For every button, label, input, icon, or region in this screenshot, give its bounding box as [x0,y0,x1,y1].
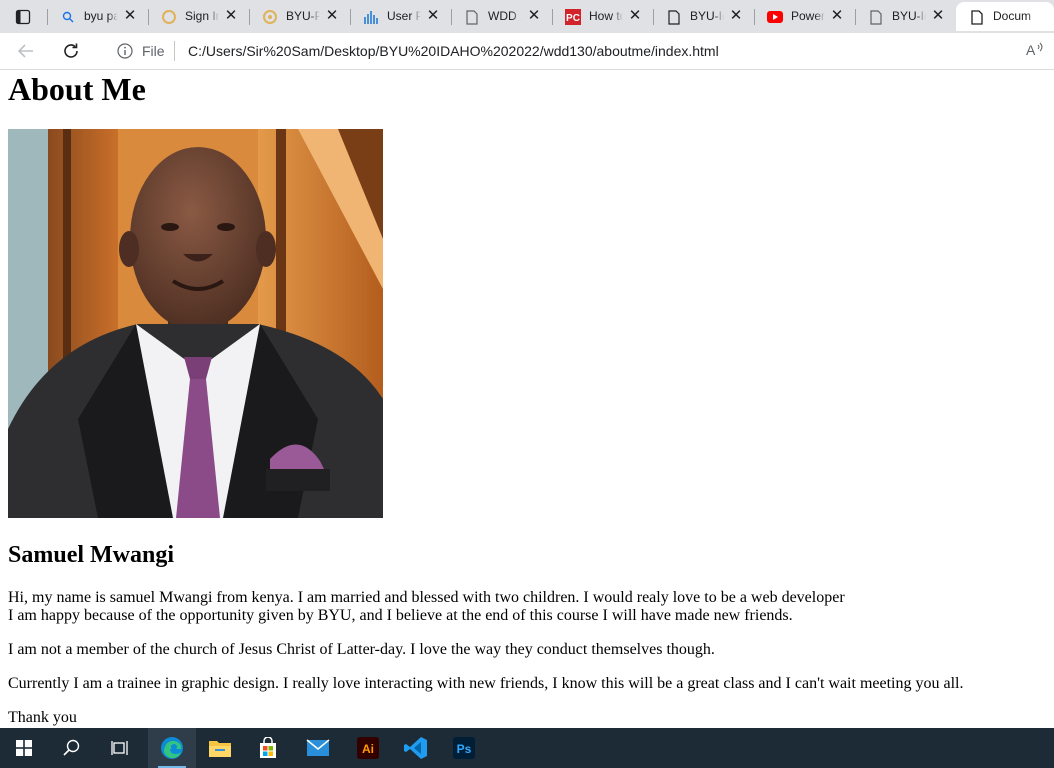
task-view-button[interactable] [96,728,144,768]
page-icon [868,9,884,25]
tab-title: BYU-Id [892,9,926,23]
info-icon[interactable] [117,43,133,59]
tab-title: How to [589,9,623,23]
tab-separator [47,9,48,25]
taskbar-search-button[interactable] [48,728,96,768]
browser-toolbar: File C:/Users/Sir%20Sam/Desktop/BYU%20ID… [0,33,1054,70]
photoshop-button[interactable]: Ps [440,728,488,768]
file-explorer-icon [209,741,231,757]
page-icon [969,9,985,25]
task-view-icon [111,741,128,755]
edge-icon [161,737,183,759]
tab-close-icon[interactable]: ✕ [728,8,744,24]
svg-text:A: A [1026,42,1036,58]
mail-button[interactable] [294,728,342,768]
windows-start-icon [16,740,32,756]
tab-separator [249,9,250,25]
page-heading: About Me [8,71,146,107]
tab-separator [552,9,553,25]
tab-actions-icon [15,9,31,24]
intro-line-1: Hi, my name is samuel Mwangi from kenya.… [8,589,845,606]
tab-close-icon[interactable]: ✕ [324,8,340,24]
tab-title: Docum [993,9,1032,23]
tab-document-active[interactable]: Docum [956,2,1054,31]
photoshop-label: Ps [457,742,472,756]
tab-title: Sign In [185,9,219,23]
tab-title: byu pa [84,9,118,23]
current-paragraph: Currently I am a trainee in graphic desi… [8,675,964,692]
address-bar[interactable]: File C:/Users/Sir%20Sam/Desktop/BYU%20ID… [102,37,1054,65]
search-icon [63,739,80,756]
tab-title: BYU-Pa [286,9,320,23]
svg-text:PC: PC [566,13,580,24]
tab-separator [148,9,149,25]
tab-separator [855,9,856,25]
tab-close-icon[interactable]: ✕ [526,8,542,24]
tab-close-icon[interactable]: ✕ [829,8,845,24]
page-icon [464,9,480,25]
tab-user-profile[interactable]: User P ✕ [350,2,451,31]
store-icon [260,737,276,758]
tab-power[interactable]: Power ✕ [754,2,855,31]
byu-logo-icon [161,9,177,25]
read-aloud-icon[interactable]: A [1026,42,1046,60]
tab-wdd[interactable]: WDD 1 ✕ [451,2,552,31]
byu-logo-icon [262,9,278,25]
scheme-label: File [142,43,165,59]
tab-byu-pa[interactable]: byu pa ✕ [47,2,148,31]
tab-separator [350,9,351,25]
tab-close-icon[interactable]: ✕ [122,8,138,24]
tab-title: WDD 1 [488,9,522,23]
page-content: About Me Samuel Mwangi Hi, my name is sa… [0,70,1054,728]
tab-separator [754,9,755,25]
tab-title: BYU-Id [690,9,724,23]
intro-line-2: I am happy because of the opportunity gi… [8,607,793,624]
tab-how-to[interactable]: PC How to ✕ [552,2,653,31]
tab-sign-in[interactable]: Sign In ✕ [148,2,249,31]
mail-icon [306,739,330,756]
tab-byu-idaho-2[interactable]: BYU-Id ✕ [855,2,956,31]
thank-you-text: Thank you [8,709,77,726]
illustrator-label: Ai [362,742,374,756]
illustrator-icon: Ai [357,737,379,759]
address-separator [174,41,175,61]
youtube-icon [767,9,783,25]
back-arrow-icon [17,44,33,58]
store-button[interactable] [244,728,292,768]
refresh-icon [64,43,78,58]
edge-taskbar-button[interactable] [148,728,196,768]
church-paragraph: I am not a member of the church of Jesus… [8,641,715,658]
tab-strip: byu pa ✕ Sign In ✕ BYU-Pa ✕ User P ✕ WDD… [0,0,1054,33]
profile-photo [8,129,383,518]
vscode-icon [404,737,427,759]
tab-byu-idaho-1[interactable]: BYU-Id ✕ [653,2,754,31]
tab-byu-pathway[interactable]: BYU-Pa ✕ [249,2,350,31]
windows-start-button[interactable] [0,728,48,768]
windows-taskbar: Ai Ps [0,728,1054,768]
vscode-button[interactable] [392,728,440,768]
person-name: Samuel Mwangi [8,542,175,568]
tab-close-icon[interactable]: ✕ [425,8,441,24]
search-icon [60,9,76,25]
tab-actions-button[interactable] [0,0,46,33]
pc-mag-icon: PC [565,9,581,25]
tab-separator [653,9,654,25]
photoshop-icon: Ps [453,737,475,759]
file-explorer-button[interactable] [196,728,244,768]
refresh-button[interactable] [61,41,81,61]
tab-title: Power [791,9,825,23]
url-text[interactable]: C:/Users/Sir%20Sam/Desktop/BYU%20IDAHO%2… [188,43,719,59]
illustrator-button[interactable]: Ai [344,728,392,768]
tab-close-icon[interactable]: ✕ [930,8,946,24]
page-icon [666,9,682,25]
chart-icon [363,9,379,25]
back-button[interactable] [16,41,36,61]
tab-close-icon[interactable]: ✕ [223,8,239,24]
tab-separator [451,9,452,25]
tab-close-icon[interactable]: ✕ [627,8,643,24]
tab-title: User P [387,9,421,23]
